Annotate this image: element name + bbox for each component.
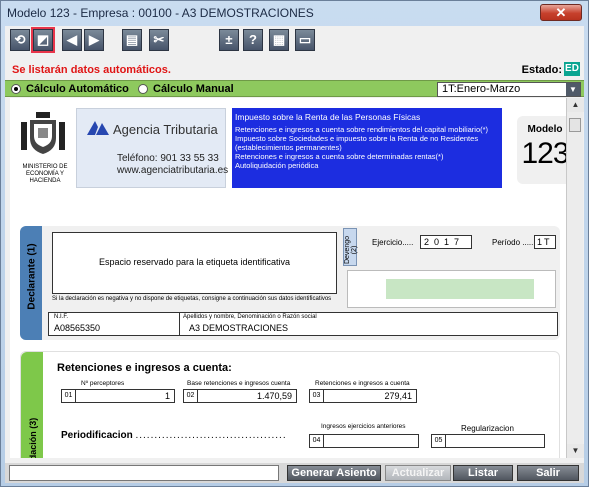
print-icon[interactable]: ▤	[122, 29, 142, 51]
field-03[interactable]: 03 279,41	[309, 389, 417, 403]
regularizacion-label: Regularizacion	[461, 424, 514, 433]
scroll-up-icon[interactable]: ▲	[567, 98, 584, 112]
retenciones-label: Retenciones e ingresos a cuenta	[315, 380, 410, 387]
title-bar: Modelo 123 - Empresa : 00100 - A3 DEMOST…	[1, 1, 588, 25]
periodificacion-label: Periodificacion ........................…	[61, 430, 287, 441]
field-02[interactable]: 02 1.470,59	[183, 389, 297, 403]
tools-icon[interactable]: ✂	[149, 29, 169, 51]
declarante-side: Declarante (1)	[20, 226, 42, 340]
main-window: Modelo 123 - Empresa : 00100 - A3 DEMOST…	[0, 0, 589, 487]
actualizar-button[interactable]: Actualizar	[385, 465, 451, 481]
calc-mode-bar: Cálculo Automático Cálculo Manual 1T:Ene…	[5, 80, 584, 97]
scroll-thumb[interactable]	[569, 118, 581, 132]
impuesto-line: Retenciones e ingresos a cuenta sobre re…	[235, 125, 489, 134]
liquidacion-side-label: dación (3)	[28, 417, 38, 458]
info-bar: Se listarán datos automáticos. Estado: E…	[5, 60, 584, 78]
vertical-scrollbar[interactable]: ▲ ▼	[566, 98, 584, 458]
impuesto-line: Retenciones e ingresos a cuenta sobre de…	[235, 152, 444, 161]
apellidos-value[interactable]: A3 DEMOSTRACIONES	[189, 323, 288, 333]
modelo-form: MINISTERIO DE ECONOMÍA Y HACIENDA Agenci…	[10, 98, 566, 458]
ministerio-text: MINISTERIO DE ECONOMÍA Y HACIENDA	[22, 164, 68, 184]
agencia-logo-icon	[87, 121, 109, 135]
periodificacion-dots: ........................................	[135, 430, 287, 441]
impuesto-box: Impuesto sobre la Renta de las Personas …	[232, 108, 502, 188]
retenciones-title: Retenciones e ingresos a cuenta:	[57, 362, 232, 374]
nif-value[interactable]: A08565350	[54, 323, 100, 333]
field-03-number: 03	[310, 390, 324, 402]
salir-button[interactable]: Salir	[517, 465, 579, 481]
modelo-label: Modelo	[527, 124, 563, 135]
plusminus-icon[interactable]: ±	[219, 29, 239, 51]
nif-separator	[179, 313, 180, 335]
coat-of-arms-icon	[21, 112, 65, 154]
declarante-section: Declarante (1) Espacio reservado para la…	[20, 226, 560, 340]
edit-icon[interactable]: ◩	[31, 27, 55, 53]
ingresos-anteriores-label: Ingresos ejercicios anteriores	[321, 423, 406, 430]
period-select-value: 1T:Enero-Marzo	[442, 83, 521, 95]
calculator-icon[interactable]: ▦	[269, 29, 289, 51]
field-05-number: 05	[432, 435, 446, 447]
period-select[interactable]: 1T:Enero-Marzo ▼	[437, 82, 581, 97]
periodo-field[interactable]: 1T	[534, 235, 556, 249]
field-02-value[interactable]: 1.470,59	[257, 390, 292, 402]
impuesto-line: Impuesto sobre Sociedades e impuesto sob…	[235, 134, 479, 152]
bottom-bar: Generar Asiento Actualizar Listar Salir	[5, 463, 584, 483]
field-04-number: 04	[310, 435, 324, 447]
impuesto-line: Autoliquidación periódica	[235, 161, 319, 170]
agencia-telefono: Teléfono: 901 33 55 33	[117, 153, 219, 164]
reserved-field	[347, 270, 556, 308]
field-01[interactable]: 01 1	[61, 389, 175, 403]
client-area: ⟲ ◩ ◀ ▶ ▤ ✂ ± ? ▦ ▭ Se listarán datos au…	[5, 26, 584, 483]
ejercicio-field[interactable]: 2017	[420, 235, 472, 249]
listar-button[interactable]: Listar	[453, 465, 513, 481]
window-title: Modelo 123 - Empresa : 00100 - A3 DEMOST…	[7, 6, 314, 20]
etiqueta-note: Si la declaración es negativa y no dispo…	[52, 296, 332, 302]
modelo-badge: Modelo 123	[517, 116, 566, 184]
save-icon[interactable]: ▭	[295, 29, 315, 51]
generar-asiento-button[interactable]: Generar Asiento	[287, 465, 381, 481]
estado-badge: ED	[564, 62, 580, 76]
agencia-web: www.agenciatributaria.es	[117, 165, 229, 176]
field-01-number: 01	[62, 390, 76, 402]
help-icon[interactable]: ?	[243, 29, 263, 51]
status-field[interactable]	[9, 465, 279, 481]
periodificacion-text: Periodificacion	[61, 430, 133, 441]
devengo-tab: Devengo (2)	[343, 228, 358, 266]
perceptores-label: Nº perceptores	[81, 380, 125, 387]
chevron-down-icon[interactable]: ▼	[566, 83, 580, 96]
scroll-down-icon[interactable]: ▼	[567, 444, 584, 458]
devengo-label: Devengo (2)	[344, 235, 358, 265]
etiqueta-box: Espacio reservado para la etiqueta ident…	[52, 232, 337, 294]
declarante-side-label: Declarante (1)	[26, 243, 38, 310]
modelo-number: 123	[521, 137, 566, 170]
field-02-number: 02	[184, 390, 198, 402]
field-01-value[interactable]: 1	[165, 390, 170, 402]
reserved-field-inner	[386, 279, 534, 299]
ejercicio-label: Ejercicio.....	[372, 238, 414, 247]
manual-calc-radio[interactable]	[138, 84, 148, 94]
periodo-label: Período .....	[492, 238, 534, 247]
field-03-value[interactable]: 279,41	[384, 390, 412, 402]
impuesto-title: Impuesto sobre la Renta de las Personas …	[235, 112, 421, 122]
next-icon[interactable]: ▶	[84, 29, 104, 51]
close-button[interactable]: ✕	[540, 4, 582, 21]
refresh-icon[interactable]: ⟲	[10, 29, 30, 51]
liquidacion-side: dación (3)	[21, 352, 43, 458]
auto-calc-radio[interactable]	[11, 84, 21, 94]
estado-label: Estado:	[521, 64, 562, 76]
prev-icon[interactable]: ◀	[62, 29, 82, 51]
warning-text: Se listarán datos automáticos.	[12, 64, 171, 76]
agencia-box: Agencia Tributaria Teléfono: 901 33 55 3…	[76, 108, 229, 188]
agencia-name: Agencia Tributaria	[113, 122, 218, 137]
field-05[interactable]: 05	[431, 434, 545, 448]
toolbar: ⟲ ◩ ◀ ▶ ▤ ✂ ± ? ▦ ▭	[5, 26, 584, 56]
apellidos-label: Apellidos y nombre, Denominación o Razón…	[183, 314, 317, 320]
base-label: Base retenciones e ingresos cuenta	[187, 380, 291, 387]
manual-calc-label[interactable]: Cálculo Manual	[153, 83, 234, 95]
nif-row: N.I.F. A08565350 Apellidos y nombre, Den…	[48, 312, 558, 336]
liquidacion-section: dación (3) Retenciones e ingresos a cuen…	[20, 351, 560, 458]
field-04[interactable]: 04	[309, 434, 419, 448]
nif-label: N.I.F.	[54, 314, 69, 320]
auto-calc-label[interactable]: Cálculo Automático	[26, 83, 129, 95]
